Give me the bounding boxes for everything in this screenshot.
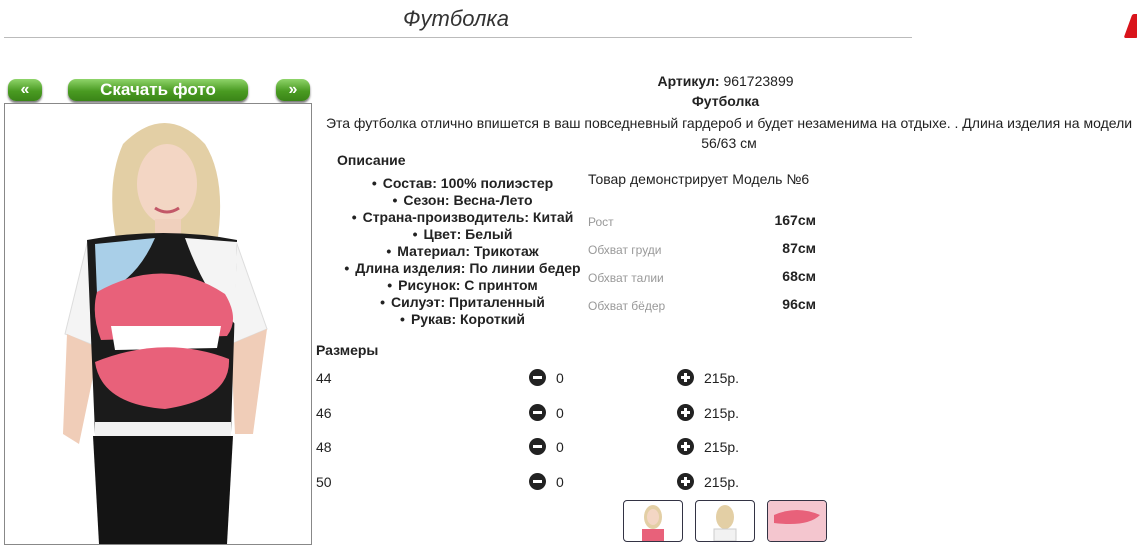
prev-photo-button[interactable]: «	[8, 79, 42, 101]
measurement-label: Обхват бёдер	[588, 299, 666, 313]
property-item: Длина изделия: По линии бедер	[340, 260, 585, 277]
size-row: 46 0 215р.	[316, 403, 816, 423]
product-description: Эта футболка отлично впишется в ваш повс…	[325, 115, 1133, 151]
size-row: 44 0 215р.	[316, 368, 816, 388]
property-list: Состав: 100% полиэстер Сезон: Весна-Лето…	[340, 175, 585, 328]
property-item: Рукав: Короткий	[340, 311, 585, 328]
article-number: Артикул: 961723899	[314, 73, 1137, 89]
size-label: 50	[316, 474, 332, 490]
size-label: 44	[316, 370, 332, 386]
size-quantity: 0	[556, 439, 564, 455]
plus-circle-icon[interactable]	[677, 369, 694, 386]
description-heading: Описание	[337, 152, 406, 168]
article-label: Артикул:	[657, 73, 720, 89]
property-item: Сезон: Весна-Лето	[340, 192, 585, 209]
property-item: Состав: 100% полиэстер	[340, 175, 585, 192]
next-photo-button[interactable]: »	[276, 79, 310, 101]
size-row: 50 0 215р.	[316, 472, 816, 492]
property-item: Цвет: Белый	[340, 226, 585, 243]
property-item: Материал: Трикотаж	[340, 243, 585, 260]
measurement-value: 167см	[774, 212, 816, 228]
thumbnail-image	[713, 505, 737, 541]
thumbnail-image	[642, 505, 664, 541]
plus-circle-icon[interactable]	[677, 473, 694, 490]
article-value: 961723899	[723, 73, 794, 89]
size-row: 48 0 215р.	[316, 437, 816, 457]
size-label: 46	[316, 405, 332, 421]
measurement-label: Обхват груди	[588, 243, 662, 257]
measurement-label: Рост	[588, 215, 614, 229]
property-item: Силуэт: Приталенный	[340, 294, 585, 311]
property-item: Рисунок: С принтом	[340, 277, 585, 294]
measurement-height: Рост 167см	[588, 212, 816, 232]
plus-circle-icon[interactable]	[677, 438, 694, 455]
product-photo[interactable]	[4, 103, 312, 545]
measurement-chest: Обхват груди 87см	[588, 240, 816, 260]
minus-circle-icon[interactable]	[529, 369, 546, 386]
thumbnail-image	[768, 501, 826, 541]
title-divider	[4, 37, 912, 38]
size-price: 215р.	[704, 474, 740, 490]
size-price: 215р.	[704, 405, 740, 421]
thumbnail-1[interactable]	[623, 500, 683, 542]
corner-logo-mark	[1123, 14, 1137, 38]
product-name: Футболка	[691, 93, 760, 109]
measurement-value: 68см	[782, 268, 816, 284]
page-title: Футболка	[403, 6, 509, 31]
measurement-waist: Обхват талии 68см	[588, 268, 816, 288]
size-quantity: 0	[556, 405, 564, 421]
measurement-value: 96см	[782, 296, 816, 312]
thumbnail-2[interactable]	[695, 500, 755, 542]
model-demo-text: Товар демонстрирует Модель №6	[588, 171, 810, 187]
thumbnail-3[interactable]	[767, 500, 827, 542]
size-quantity: 0	[556, 370, 564, 386]
size-quantity: 0	[556, 474, 564, 490]
minus-circle-icon[interactable]	[529, 473, 546, 490]
model-photo-illustration	[5, 104, 311, 544]
size-price: 215р.	[704, 439, 740, 455]
property-item: Страна-производитель: Китай	[340, 209, 585, 226]
minus-circle-icon[interactable]	[529, 438, 546, 455]
measurement-label: Обхват талии	[588, 271, 664, 285]
measurement-value: 87см	[782, 240, 816, 256]
minus-circle-icon[interactable]	[529, 404, 546, 421]
measurement-hips: Обхват бёдер 96см	[588, 296, 816, 316]
plus-circle-icon[interactable]	[677, 404, 694, 421]
download-photo-button[interactable]: Скачать фото	[68, 79, 248, 101]
size-label: 48	[316, 439, 332, 455]
size-price: 215р.	[704, 370, 740, 386]
sizes-heading: Размеры	[316, 342, 379, 358]
